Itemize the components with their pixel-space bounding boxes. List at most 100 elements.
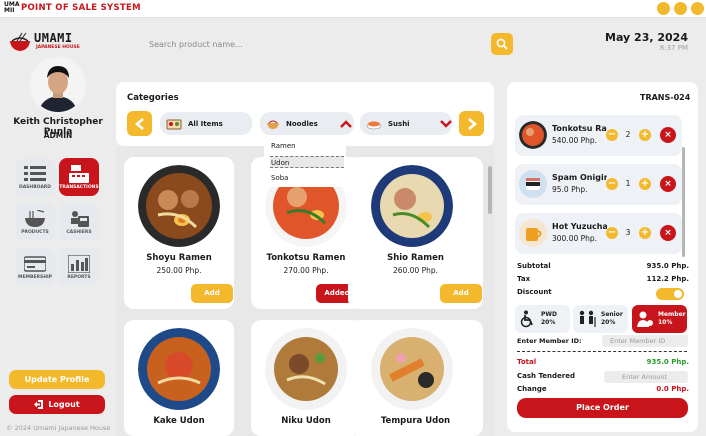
noodles-icon bbox=[267, 120, 279, 129]
add-button[interactable]: Add bbox=[191, 284, 233, 303]
cash-register-icon bbox=[69, 164, 89, 183]
discount-member[interactable]: Member 10% bbox=[632, 305, 687, 333]
chevron-left-icon bbox=[134, 117, 144, 130]
discount-label: Discount bbox=[517, 288, 552, 296]
remove-item-button[interactable]: × bbox=[660, 127, 676, 143]
dashboard-icon bbox=[24, 165, 46, 181]
discount-pwd[interactable]: PWD 20% bbox=[515, 305, 570, 333]
order-item-price: 95.0 Php. bbox=[552, 185, 588, 194]
product-card[interactable]: Kake Udon bbox=[124, 320, 234, 436]
hot-yuzucha-thumb bbox=[519, 219, 547, 247]
wheelchair-icon bbox=[520, 310, 533, 328]
nav-reports-label: REPORTS bbox=[67, 274, 91, 280]
current-time: 8:37 PM bbox=[659, 44, 688, 52]
product-card[interactable]: Tempura Udon bbox=[348, 320, 483, 436]
nav-dashboard[interactable]: DASHBOARD bbox=[15, 158, 55, 196]
order-item: Spam Onigiri 95.0 Php. − 1 + × bbox=[515, 164, 682, 205]
user-role: ADMIN bbox=[43, 131, 73, 140]
add-button[interactable]: Add bbox=[440, 284, 482, 303]
product-name: Tonkotsu Ramen bbox=[266, 253, 346, 263]
place-order-button[interactable]: Place Order bbox=[517, 398, 688, 418]
category-label: All Items bbox=[188, 119, 223, 128]
decrease-qty-button[interactable]: − bbox=[606, 227, 618, 239]
minimize-button[interactable] bbox=[657, 2, 670, 15]
change-label: Change bbox=[517, 385, 547, 393]
close-button[interactable] bbox=[691, 2, 704, 15]
membership-card-icon bbox=[24, 255, 46, 272]
update-profile-button[interactable]: Update Profile bbox=[9, 370, 105, 389]
discount-pct: 20% bbox=[541, 319, 556, 326]
senior-icon bbox=[579, 310, 596, 327]
category-prev-button[interactable] bbox=[127, 111, 152, 136]
cash-tendered-input[interactable] bbox=[604, 371, 688, 383]
nav-transactions[interactable]: TRANSACTIONS bbox=[59, 158, 99, 196]
order-scrollbar[interactable] bbox=[682, 147, 685, 257]
user-photo-icon bbox=[31, 58, 85, 112]
product-price: 250.00 Php. bbox=[156, 266, 202, 275]
shoyu-ramen-image bbox=[138, 165, 220, 247]
member-icon bbox=[637, 311, 653, 327]
spam-onigiri-thumb bbox=[519, 170, 547, 198]
product-card[interactable]: Niku Udon bbox=[251, 320, 361, 436]
product-price: 270.00 Php. bbox=[283, 266, 329, 275]
chevron-down-icon[interactable] bbox=[439, 119, 452, 128]
product-card[interactable]: Shio Ramen 260.00 Php. Add bbox=[348, 157, 483, 309]
niku-udon-image bbox=[265, 328, 347, 410]
brand-name: UMAMI bbox=[34, 31, 73, 45]
nav-membership[interactable]: MEMBERSHIP bbox=[15, 248, 55, 286]
member-id-input[interactable] bbox=[602, 335, 688, 347]
logout-button[interactable]: Logout bbox=[9, 395, 105, 414]
subtotal-label: Subtotal bbox=[517, 262, 551, 270]
category-label: Sushi bbox=[388, 119, 410, 128]
search-button[interactable] bbox=[491, 33, 513, 55]
order-item-qty: 1 bbox=[625, 179, 631, 188]
cashier-icon bbox=[71, 210, 89, 227]
category-next-button[interactable] bbox=[459, 111, 484, 136]
order-item-qty: 2 bbox=[625, 130, 631, 139]
order-item: Hot Yuzucha 300.00 Php. − 3 + × bbox=[515, 213, 682, 254]
all-items-icon bbox=[166, 119, 182, 129]
remove-item-button[interactable]: × bbox=[660, 176, 676, 192]
nav-reports[interactable]: REPORTS bbox=[59, 248, 99, 286]
product-name: Shio Ramen bbox=[387, 253, 444, 263]
increase-qty-button[interactable]: + bbox=[639, 178, 651, 190]
nav-cashiers[interactable]: CASHIERS bbox=[59, 203, 99, 241]
increase-qty-button[interactable]: + bbox=[639, 129, 651, 141]
total-value: 935.0 Php. bbox=[646, 358, 689, 366]
maximize-button[interactable] bbox=[674, 2, 687, 15]
discount-senior[interactable]: Senior 20% bbox=[573, 305, 628, 333]
dropdown-item-udon[interactable]: Udon bbox=[270, 156, 344, 168]
total-label: Total bbox=[517, 358, 537, 366]
search-bar bbox=[141, 33, 513, 55]
tax-row: Tax 112.2 Php. bbox=[517, 275, 689, 283]
categories-title: Categories bbox=[127, 93, 179, 103]
search-icon bbox=[496, 38, 508, 50]
category-sushi[interactable]: Sushi bbox=[360, 112, 452, 135]
product-card[interactable]: Shoyu Ramen 250.00 Php. Add bbox=[124, 157, 234, 309]
logout-label: Logout bbox=[48, 400, 80, 409]
nav-products[interactable]: PRODUCTS bbox=[15, 203, 55, 241]
dropdown-item-soba[interactable]: Soba bbox=[270, 172, 344, 184]
chevron-up-icon[interactable] bbox=[339, 119, 352, 128]
products-scrollbar[interactable] bbox=[488, 166, 492, 214]
total-row: Total 935.0 Php. bbox=[517, 358, 689, 366]
reports-icon bbox=[68, 254, 90, 273]
search-input[interactable] bbox=[141, 33, 491, 55]
remove-item-button[interactable]: × bbox=[660, 225, 676, 241]
product-name: Shoyu Ramen bbox=[146, 253, 212, 263]
order-item-name: Hot Yuzucha bbox=[552, 222, 607, 231]
decrease-qty-button[interactable]: − bbox=[606, 129, 618, 141]
brand-subtitle: JAPANESE HOUSE bbox=[36, 45, 80, 50]
increase-qty-button[interactable]: + bbox=[639, 227, 651, 239]
tax-value: 112.2 Php. bbox=[646, 275, 689, 283]
tonkotsu-ramen-thumb bbox=[519, 121, 547, 149]
discount-pct: 20% bbox=[601, 319, 616, 326]
dropdown-item-ramen[interactable]: Ramen bbox=[270, 140, 344, 152]
discount-label: Senior bbox=[601, 311, 623, 318]
decrease-qty-button[interactable]: − bbox=[606, 178, 618, 190]
category-all-items[interactable]: All Items bbox=[160, 112, 252, 135]
discount-toggle[interactable] bbox=[656, 288, 684, 300]
discount-label: PWD bbox=[541, 311, 557, 318]
member-id-label: Enter Member ID: bbox=[517, 337, 582, 345]
category-noodles[interactable]: Noodles bbox=[260, 112, 354, 135]
